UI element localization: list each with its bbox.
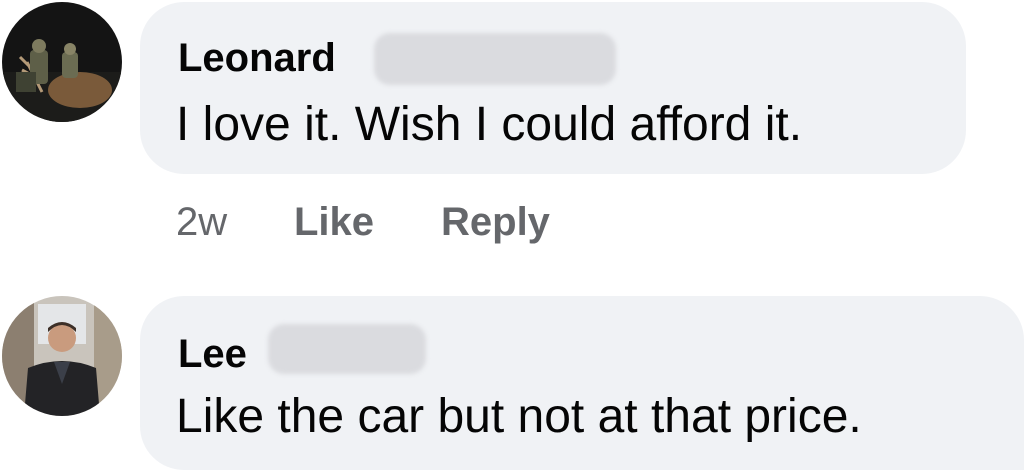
comment-author-name[interactable]: Lee (178, 330, 247, 378)
comment-item-2: Lee Like the car but not at that price. (0, 290, 1024, 470)
comment-author-name[interactable]: Leonard (178, 34, 336, 82)
redacted-surname (374, 33, 616, 85)
comment-text: I love it. Wish I could afford it. (176, 98, 803, 151)
comment-text: Like the car but not at that price. (176, 390, 862, 443)
hunter-photo-avatar-icon (2, 2, 122, 122)
comment-item-1: Leonard I love it. Wish I could afford i… (0, 0, 1024, 270)
comment-timestamp[interactable]: 2w (176, 198, 227, 246)
comment-actions: 2w Like Reply (176, 198, 676, 246)
reply-button[interactable]: Reply (441, 198, 550, 246)
man-in-suit-photo-avatar-icon (2, 296, 122, 416)
user-avatar[interactable] (2, 296, 122, 416)
user-avatar[interactable] (2, 2, 122, 122)
redacted-surname (268, 324, 426, 374)
like-button[interactable]: Like (294, 198, 374, 246)
